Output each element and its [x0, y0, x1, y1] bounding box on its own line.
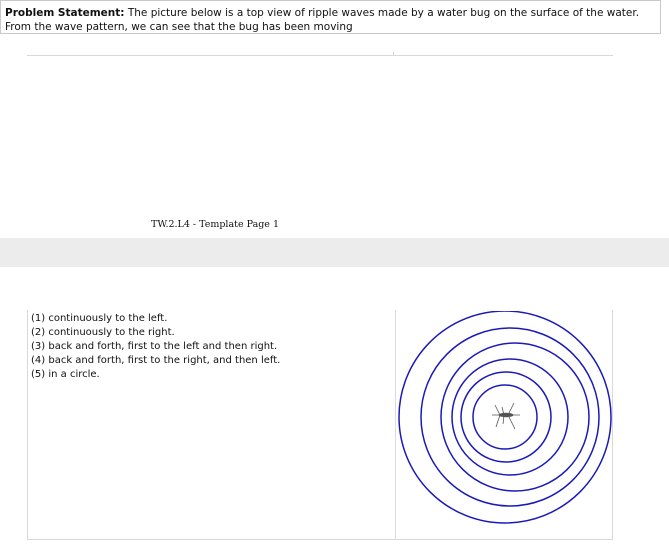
problem-statement-label: Problem Statement: — [5, 7, 125, 19]
answer-option: (3) back and forth, first to the left an… — [31, 341, 278, 352]
page-break-gap — [0, 238, 669, 267]
water-bug-icon — [492, 402, 520, 430]
ripple-ring-3 — [440, 342, 590, 492]
problem-statement: Problem Statement: The picture below is … — [0, 0, 661, 34]
ripple-wave-figure — [398, 311, 612, 524]
page-top-tick — [393, 52, 394, 56]
answer-option: (4) back and forth, first to the right, … — [31, 355, 281, 366]
answer-option: (5) in a circle. — [31, 369, 100, 380]
answer-option: (2) continuously to the right. — [31, 327, 175, 338]
answer-option: (1) continuously to the left. — [31, 313, 168, 324]
ripple-ring-2 — [420, 327, 600, 507]
page-footer: TW.2.L4 - Template Page 1 — [151, 219, 279, 230]
answer-options: (1) continuously to the left. (2) contin… — [31, 312, 280, 382]
page-top-divider — [27, 55, 613, 56]
